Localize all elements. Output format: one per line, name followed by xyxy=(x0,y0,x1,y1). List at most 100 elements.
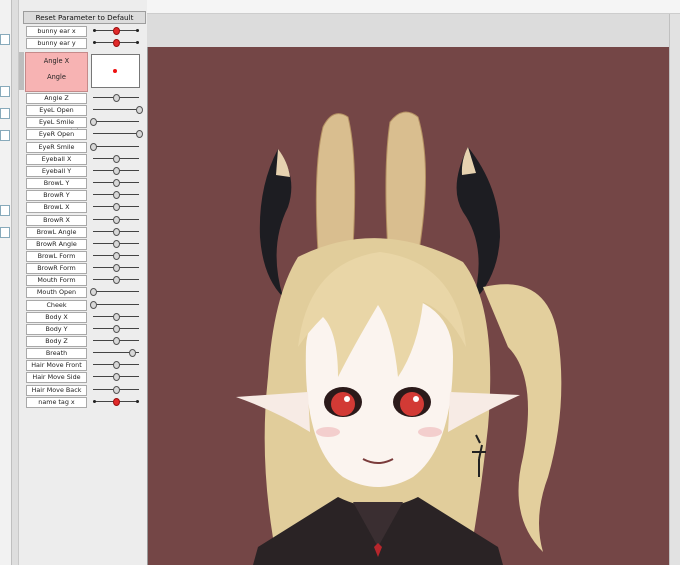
parameter-row: BrowR Y xyxy=(19,189,147,202)
ponytail xyxy=(483,284,562,552)
angle-y-label: Angle xyxy=(47,73,66,81)
parameter-row: bunny ear x xyxy=(19,25,147,37)
parameter-slider-track[interactable] xyxy=(93,145,139,147)
parameter-slider-knob[interactable] xyxy=(113,39,120,47)
parameter-slider-knob[interactable] xyxy=(90,288,97,297)
parameter-slider-knob[interactable] xyxy=(136,130,143,139)
angle-xy-pad[interactable] xyxy=(91,54,140,88)
bunny-ear-left xyxy=(315,113,356,253)
parameter-slider-knob[interactable] xyxy=(113,276,120,285)
parameter-slider-knob[interactable] xyxy=(113,154,120,163)
parameter-slider-knob[interactable] xyxy=(113,179,120,188)
parameter-slider-knob[interactable] xyxy=(113,264,120,273)
iris-right xyxy=(400,392,424,416)
parameter-label: EyeR Open xyxy=(26,129,87,141)
parameter-row: EyeL Open xyxy=(19,104,147,117)
parameter-slider-track[interactable] xyxy=(93,291,139,293)
parameter-label: BrowR Y xyxy=(26,190,87,202)
parameter-label: EyeL Open xyxy=(26,105,87,117)
parameter-slider-knob[interactable] xyxy=(129,349,137,358)
parameter-slider-knob[interactable] xyxy=(113,166,120,175)
parameter-slider-knob[interactable] xyxy=(113,215,120,224)
parameter-slider-track[interactable] xyxy=(93,109,139,111)
parameter-label: Hair Move Back xyxy=(26,384,87,396)
parameter-label: Body Z xyxy=(26,336,87,347)
parameter-slider-knob[interactable] xyxy=(136,106,143,115)
dock-tab[interactable] xyxy=(0,227,10,238)
parameter-panel: Reset Parameter to Default Angle X Angle… xyxy=(18,0,148,565)
parameter-row: Cheek xyxy=(19,299,147,311)
parameter-slider-knob[interactable] xyxy=(113,27,120,35)
parameter-row: EyeR Open xyxy=(19,128,147,141)
parameter-label: Mouth Open xyxy=(26,287,87,299)
parameter-slider-knob[interactable] xyxy=(113,203,120,212)
parameter-slider-knob[interactable] xyxy=(113,397,120,406)
parameter-slider-track[interactable] xyxy=(93,121,139,123)
parameter-slider-knob[interactable] xyxy=(113,227,120,236)
angle-xy-control[interactable]: Angle X Angle ☝ xyxy=(25,52,88,133)
dock-tab[interactable] xyxy=(0,86,10,97)
iris-left xyxy=(331,392,355,416)
parameter-slider-knob[interactable] xyxy=(113,191,120,200)
parameter-label: bunny ear x xyxy=(26,26,87,37)
parameter-label: Angle Z xyxy=(26,93,87,104)
parameter-label: name tag x xyxy=(26,396,87,408)
parameter-slider-knob[interactable] xyxy=(113,337,120,345)
vertical-scrollbar[interactable] xyxy=(669,14,680,565)
dock-tab[interactable] xyxy=(0,108,10,119)
slider-end-dot xyxy=(93,399,96,403)
parameter-label: Body X xyxy=(26,311,87,323)
parameter-row: Mouth Form xyxy=(19,274,147,287)
parameter-row: Hair Move Front xyxy=(19,359,147,372)
parameter-row: name tag x xyxy=(19,396,147,408)
parameter-row: BrowR X xyxy=(19,214,147,226)
blush-right xyxy=(418,427,442,437)
angle-x-label: Angle X xyxy=(43,57,70,65)
parameter-label: BrowR Angle xyxy=(26,238,87,250)
parameter-slider-knob[interactable] xyxy=(113,385,120,394)
parameter-label: Eyeball X xyxy=(26,153,87,165)
dock-tab[interactable] xyxy=(0,130,10,141)
dock-tab[interactable] xyxy=(0,34,10,45)
parameter-label: EyeL Smile xyxy=(26,117,87,129)
parameter-row: Body Y xyxy=(19,323,147,335)
parameter-label: Mouth Form xyxy=(26,275,87,287)
parameter-slider-knob[interactable] xyxy=(113,324,120,333)
parameter-row: Breath xyxy=(19,347,147,360)
parameter-slider-track[interactable] xyxy=(93,303,139,305)
parameter-row: BrowL Form xyxy=(19,250,147,262)
dock-tab[interactable] xyxy=(0,205,10,216)
parameter-slider-knob[interactable] xyxy=(113,251,120,260)
canvas-toolbar xyxy=(147,14,669,47)
parameter-label: Hair Move Front xyxy=(26,360,87,372)
parameter-slider-knob[interactable] xyxy=(113,239,120,248)
parameter-row: Hair Move Side xyxy=(19,371,147,384)
parameter-slider-knob[interactable] xyxy=(113,373,120,382)
reset-parameters-button[interactable]: Reset Parameter to Default xyxy=(23,11,146,24)
parameter-slider-knob[interactable] xyxy=(113,312,120,321)
horn-tip-left xyxy=(276,149,290,177)
parameter-label: BrowL Angle xyxy=(26,226,87,238)
parameter-slider-knob[interactable] xyxy=(90,118,97,127)
parameter-slider-knob[interactable] xyxy=(90,300,97,309)
model-canvas[interactable] xyxy=(148,47,669,565)
parameter-label: bunny ear y xyxy=(26,38,87,49)
parameter-label: EyeR Smile xyxy=(26,141,87,153)
slider-end-dot xyxy=(136,399,139,403)
parameter-label: BrowR Form xyxy=(26,263,87,275)
eye-highlight-left xyxy=(344,396,350,402)
parameter-slider-knob[interactable] xyxy=(113,361,120,370)
parameter-row: bunny ear y xyxy=(19,37,147,49)
character-model-preview xyxy=(236,111,562,565)
drag-handle[interactable] xyxy=(19,52,24,90)
slider-end-dot xyxy=(93,41,96,44)
parameter-label: BrowR X xyxy=(26,214,87,226)
parameter-slider-knob[interactable] xyxy=(113,94,120,102)
parameter-slider-track[interactable] xyxy=(93,133,139,135)
parameter-label: BrowL Form xyxy=(26,250,87,262)
parameter-row: Body X xyxy=(19,311,147,323)
slider-end-dot xyxy=(136,29,139,32)
parameter-slider-knob[interactable] xyxy=(90,142,97,151)
blush-left xyxy=(316,427,340,437)
angle-xy-pointer[interactable] xyxy=(113,69,117,73)
